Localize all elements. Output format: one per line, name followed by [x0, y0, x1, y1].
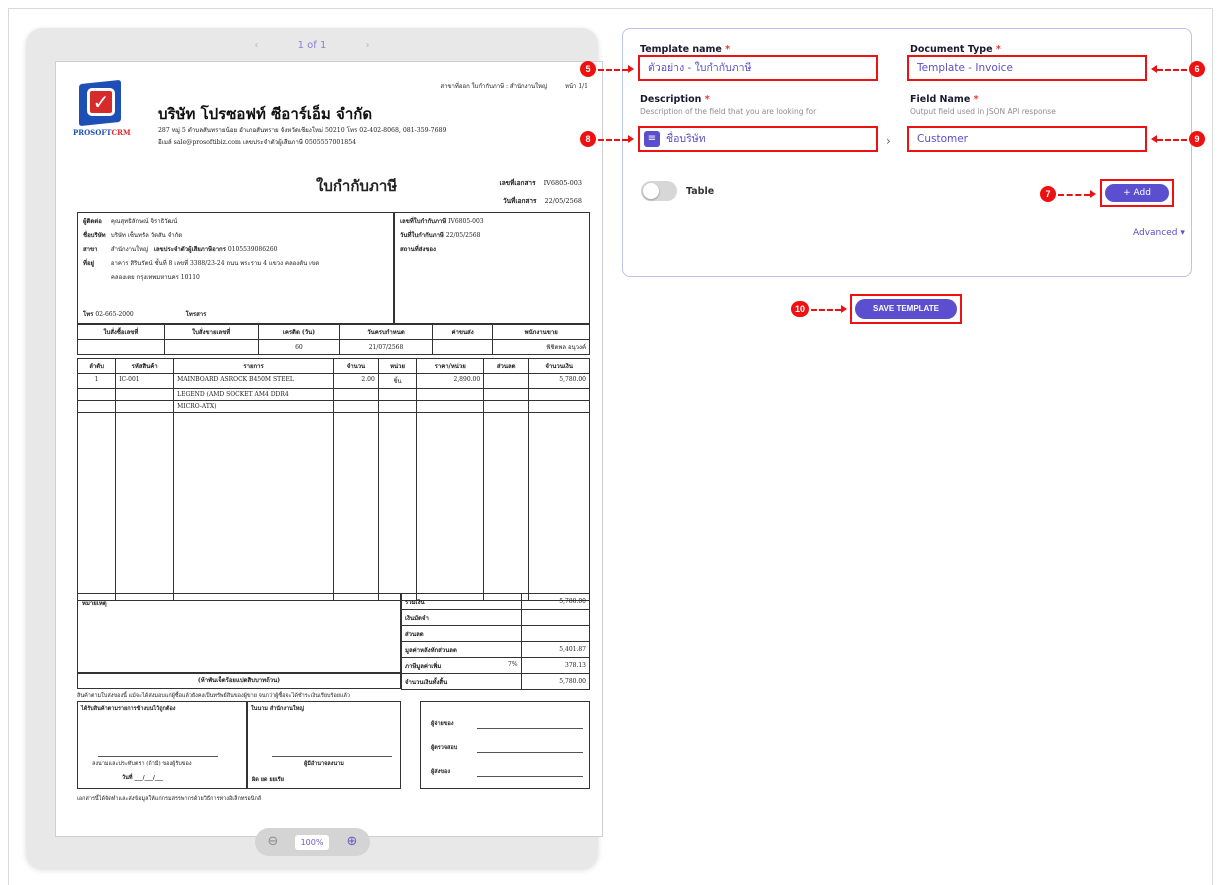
- e-tax-footer: เอกสารนี้ได้จัดทำและส่งข้อมูลให้แก่กรมสร…: [77, 796, 262, 802]
- callout-line: [1157, 69, 1187, 71]
- zoom-level: 100%: [295, 835, 329, 850]
- zoom-out-icon[interactable]: ⊖: [264, 833, 282, 851]
- table-toggle-label: Table: [686, 186, 715, 197]
- callout-line: [598, 69, 628, 71]
- table-row: MICRO-ATX): [76, 400, 590, 413]
- save-template-button[interactable]: SAVE TEMPLATE: [855, 299, 957, 319]
- callout-badge-10: 10: [791, 301, 809, 317]
- receiver-sign-box: ได้รับสินค้าตามรายการข้างบนไว้ถูกต้อง ลง…: [77, 701, 247, 789]
- customer-box: ผู้ติดต่อ คุณสุทธิลักษณ์ จิราธิวัฒน์ ชื่…: [77, 212, 394, 324]
- advanced-link[interactable]: Advanced ▾: [1133, 228, 1185, 238]
- summary-table: รวมเงิน 5,780.00 เงินมัดจำ ส่วนลด มูลค่าห…: [401, 593, 591, 690]
- callout-badge-5: 5: [580, 61, 596, 77]
- company-address: 287 หมู่ 5 ตำบลสันทรายน้อย อำเภอสันทราย …: [158, 127, 447, 134]
- arrow-left-icon: [1151, 65, 1157, 73]
- company-logo: ✓ PROSOFTCRM: [73, 79, 131, 140]
- document-type-label: Document Type *: [910, 44, 1001, 55]
- callout-badge-9: 9: [1189, 131, 1205, 147]
- callout-badge-8: 8: [580, 131, 596, 147]
- amount-in-words: (ห้าพันเจ็ดร้อยแปดสิบบาทถ้วน): [77, 673, 401, 689]
- legal-note: สินค้าตามใบส่งของนี้ แม้จะได้ส่งมอบแก่ผู…: [77, 693, 351, 699]
- zoom-in-icon[interactable]: ⊕: [343, 833, 361, 851]
- remark-box: หมายเหตุ: [77, 593, 401, 673]
- description-input[interactable]: ≡ ชื่อบริษัท: [638, 126, 878, 152]
- check-icon: ✓: [87, 88, 115, 116]
- list-icon: ≡: [644, 131, 660, 147]
- items-table: ลำดับ รหัสสินค้า รายการ จำนวน หน่วย ราคา/หน่…: [76, 358, 590, 601]
- chevron-right-icon: ›: [886, 134, 891, 148]
- arrow-right-icon: [628, 65, 634, 73]
- document-viewer: ‹ 1 of 1 › สาขาที่ออก ใบกำกับภาษี : สำนั…: [26, 28, 603, 868]
- callout-line: [598, 139, 628, 141]
- arrow-left-icon: [1151, 135, 1157, 143]
- field-name-input[interactable]: Customer: [907, 126, 1147, 152]
- page-number: หน้า 1/1: [565, 83, 588, 90]
- arrow-right-icon: [628, 135, 634, 143]
- callout-line: [1058, 194, 1090, 196]
- field-name-hint: Output field used in JSON API response: [910, 107, 1056, 116]
- add-button-highlight: + Add: [1100, 179, 1174, 207]
- issuing-branch: สาขาที่ออก ใบกำกับภาษี : สำนักงานใหญ่: [440, 83, 548, 90]
- delivery-sign-box: ผู้จ่ายของ ผู้ตรวจสอบ ผู้ส่งของ: [420, 701, 590, 789]
- callout-line: [811, 309, 841, 311]
- table-toggle[interactable]: [641, 181, 677, 201]
- terms-table: ใบสั่งซื้อเลขที่ ใบสั่งขายเลขที่ เครดิต (ว…: [77, 324, 590, 355]
- arrow-right-icon: [1090, 190, 1096, 198]
- invoice-page: สาขาที่ออก ใบกำกับภาษี : สำนักงานใหญ่ หน…: [55, 61, 603, 837]
- document-number-block: เลขที่เอกสาร IV6805-003 วันที่เอกสาร 22/05…: [499, 179, 582, 205]
- callout-badge-6: 6: [1189, 61, 1205, 77]
- company-sign-box: ในนาม สำนักงานใหญ่ ผู้มีอำนาจลงนาม ผิด ย…: [247, 701, 401, 789]
- company-contact: อีเมล์ sale@prosoftibiz.com เลขประจำตัวผ…: [158, 139, 357, 146]
- pager: ‹ 1 of 1 ›: [26, 40, 598, 51]
- company-name: บริษัท โปรซอฟท์ ซีอาร์เอ็ม จำกัด: [158, 105, 373, 123]
- description-hint: Description of the field that you are lo…: [640, 107, 817, 116]
- document-title: ใบกำกับภาษี: [316, 177, 398, 195]
- prev-page-button[interactable]: ‹: [254, 40, 258, 51]
- doc-header-right: สาขาที่ออก ใบกำกับภาษี : สำนักงานใหญ่ หน…: [440, 81, 588, 91]
- description-label: Description *: [640, 94, 710, 105]
- logo-text: PROSOFTCRM: [73, 128, 131, 137]
- callout-badge-7: 7: [1040, 186, 1056, 202]
- field-name-label: Field Name *: [910, 94, 979, 105]
- save-button-highlight: SAVE TEMPLATE: [850, 294, 962, 324]
- template-name-input[interactable]: ตัวอย่าง - ใบกำกับภาษี: [638, 55, 878, 81]
- table-row: 1 IC-001 MAINBOARD ASROCK B450M STEEL 2.00…: [76, 373, 590, 389]
- zoom-control: ⊖ 100% ⊕: [255, 828, 370, 856]
- customer-phone: โทร 02-665-2000 โทรสาร: [83, 311, 207, 318]
- document-type-select[interactable]: Template - Invoice: [907, 55, 1147, 81]
- add-button[interactable]: + Add: [1105, 184, 1169, 202]
- invoice-ref-box: เลขที่ใบกำกับภาษี IV6805-003 วันที่ใบกำก…: [394, 212, 590, 324]
- callout-line: [1157, 139, 1187, 141]
- next-page-button[interactable]: ›: [366, 40, 370, 51]
- page-indicator: 1 of 1: [297, 40, 327, 51]
- table-row: LEGEND (AMD SOCKET AM4 DDR4: [76, 388, 590, 401]
- arrow-right-icon: [841, 305, 847, 313]
- template-name-label: Template name *: [640, 44, 731, 55]
